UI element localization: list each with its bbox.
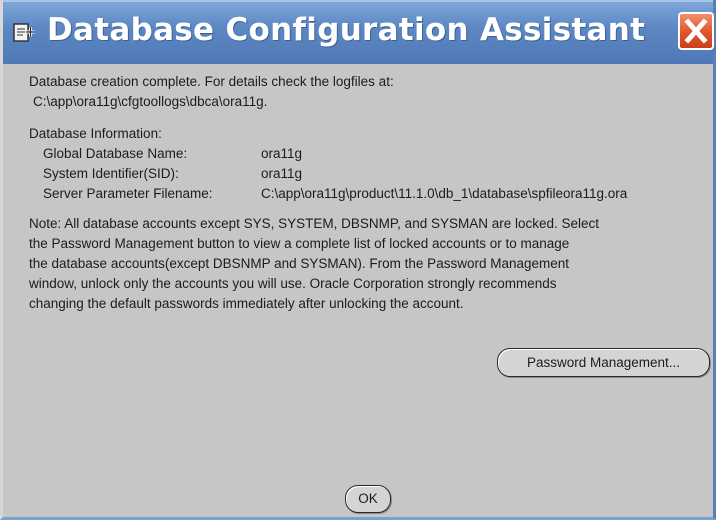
info-row-spfile: Server Parameter Filename: C:\app\ora11g… <box>29 184 715 204</box>
info-value: ora11g <box>261 166 303 181</box>
info-label: Global Database Name: <box>43 146 188 161</box>
ok-button[interactable]: OK <box>345 485 391 513</box>
logfile-path: C:\app\ora11g\cfgtoollogs\dbca\ora11g. <box>33 94 268 109</box>
completion-message: Database creation complete. For details … <box>29 74 394 89</box>
note-text: Note: All database accounts except SYS, … <box>29 214 715 314</box>
note-line: the Password Management button to view a… <box>29 236 570 251</box>
info-value: C:\app\ora11g\product\11.1.0\db_1\databa… <box>261 186 628 201</box>
info-label: System Identifier(SID): <box>43 166 179 181</box>
title-bar[interactable]: Database Configuration Assistant <box>3 0 714 64</box>
close-button[interactable] <box>678 12 714 50</box>
dbca-app-icon <box>11 20 37 46</box>
close-icon <box>684 18 708 44</box>
note-line: window, unlock only the accounts you wil… <box>29 276 557 291</box>
password-management-button[interactable]: Password Management... <box>497 348 710 377</box>
note-line: Note: All database accounts except SYS, … <box>29 216 600 231</box>
note-line: the database accounts(except DBSNMP and … <box>29 256 570 271</box>
note-line: changing the default passwords immediate… <box>29 296 464 311</box>
info-value: ora11g <box>261 146 303 161</box>
info-row-sid: System Identifier(SID): ora11g <box>29 164 715 184</box>
info-label: Server Parameter Filename: <box>43 186 213 201</box>
window-title: Database Configuration Assistant <box>47 12 646 48</box>
dialog-content: Database creation complete. For details … <box>29 72 715 314</box>
dbca-dialog: Database Configuration Assistant Databas… <box>0 0 716 520</box>
info-heading: Database Information: <box>29 126 162 141</box>
info-row-global-name: Global Database Name: ora11g <box>29 144 715 164</box>
